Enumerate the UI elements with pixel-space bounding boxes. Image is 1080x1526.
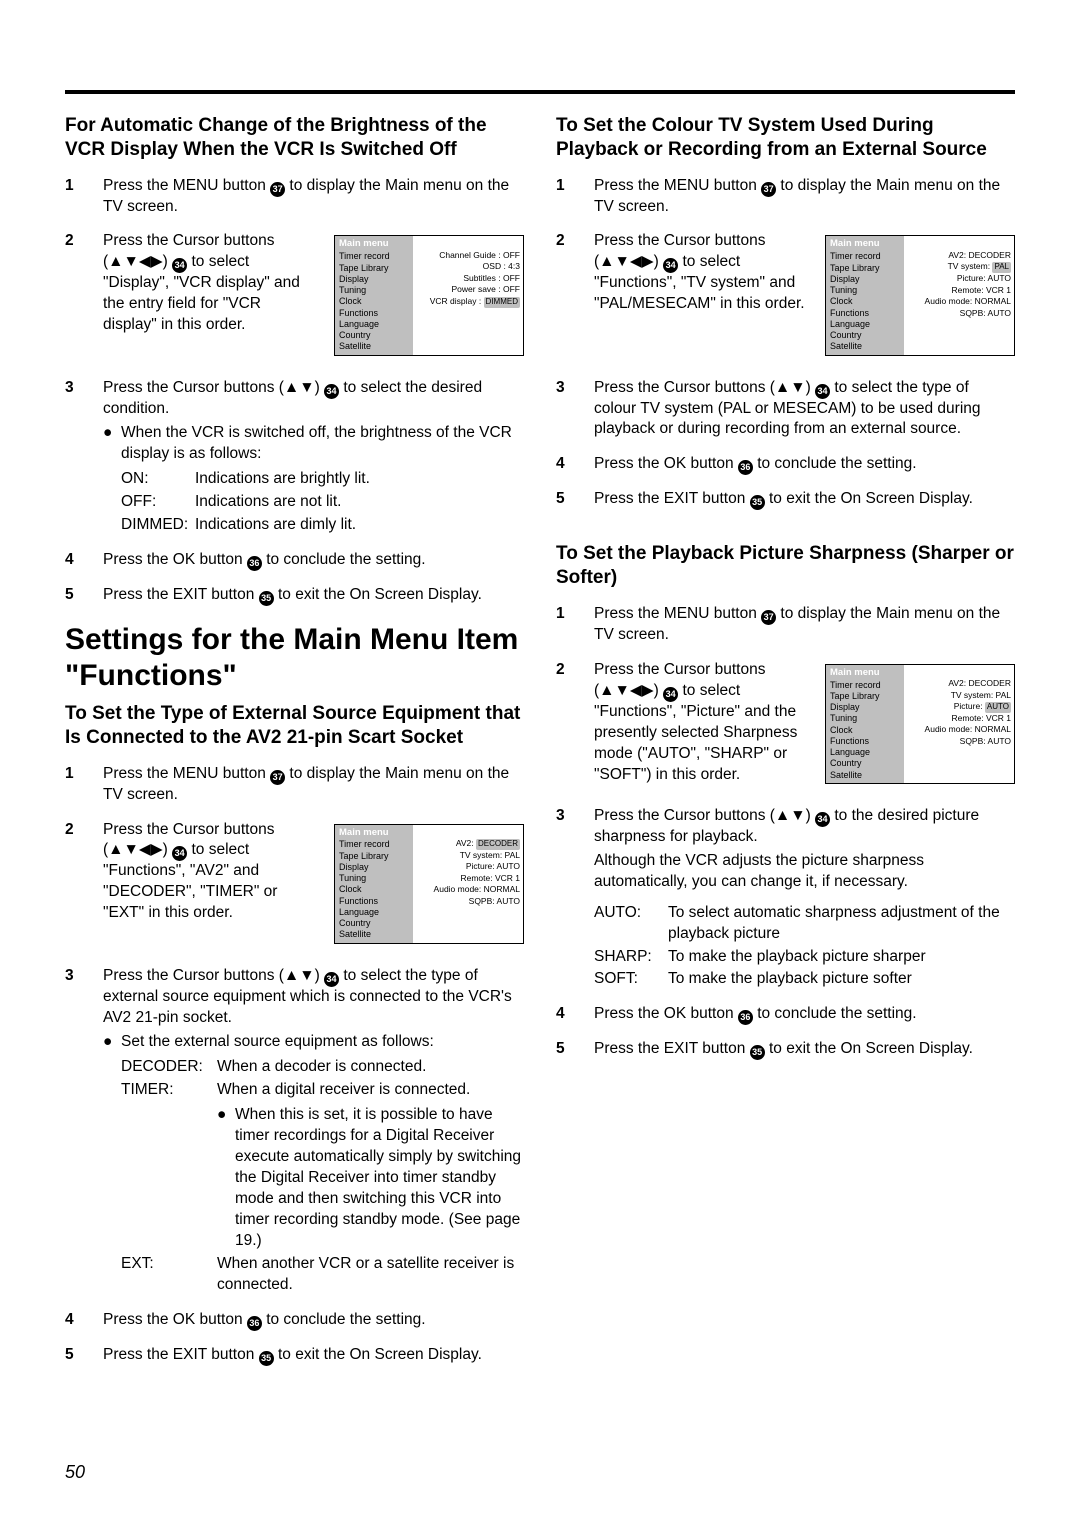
step: 1 Press the MENU button 37 to display th… [556,604,1015,646]
ref-icon: 37 [761,182,776,197]
step: 2 Press the Cursor buttons (▲▼◀▶) 34 to … [65,820,524,952]
ref-icon: 34 [324,384,339,399]
ref-icon: 34 [172,846,187,861]
ref-icon: 37 [270,182,285,197]
step: 1 Press the MENU button 37 to display th… [65,764,524,806]
bullet-icon: ● [103,423,115,536]
page-number: 50 [65,1460,1015,1484]
two-column-layout: For Automatic Change of the Brightness o… [65,114,1015,1380]
osd-screenshot-tvsystem: Main menu Timer recordTape LibraryDispla… [825,235,1015,355]
step: 4 Press the OK button 36 to conclude the… [65,550,524,571]
ref-icon: 36 [738,460,753,475]
right-column: To Set the Colour TV System Used During … [556,114,1015,1380]
osd-screenshot-av2: Main menu Timer recordTape LibraryDispla… [334,824,524,944]
ref-icon: 34 [815,384,830,399]
step: 5 Press the EXIT button 35 to exit the O… [65,1345,524,1366]
step: 5 Press the EXIT button 35 to exit the O… [556,1039,1015,1060]
ref-icon: 36 [247,556,262,571]
ref-icon: 34 [172,258,187,273]
step: 3 Press the Cursor buttons (▲▼) 34 to se… [65,966,524,1296]
ref-icon: 35 [259,591,274,606]
step: 1 Press the MENU button 37 to display th… [556,176,1015,218]
ref-icon: 36 [247,1316,262,1331]
sub-heading: To Set the Playback Picture Sharpness (S… [556,542,1015,590]
step: 4 Press the OK button 36 to conclude the… [556,1004,1015,1025]
ref-icon: 34 [324,972,339,987]
ref-icon: 34 [815,812,830,827]
ref-icon: 37 [270,770,285,785]
step: 3 Press the Cursor buttons (▲▼) 34 to th… [556,806,1015,990]
step: 4 Press the OK button 36 to conclude the… [65,1310,524,1331]
section-heading: To Set the Colour TV System Used During … [556,114,1015,162]
section-heading: For Automatic Change of the Brightness o… [65,114,524,162]
sub-heading: To Set the Type of External Source Equip… [65,702,524,750]
ref-icon: 35 [259,1351,274,1366]
step: 4 Press the OK button 36 to conclude the… [556,454,1015,475]
step: 5 Press the EXIT button 35 to exit the O… [65,585,524,606]
osd-screenshot-picture: Main menu Timer recordTape LibraryDispla… [825,664,1015,784]
bullet-icon: ● [217,1105,229,1251]
ref-icon: 34 [663,258,678,273]
ref-icon: 35 [750,1045,765,1060]
step: 2 Press the Cursor buttons (▲▼◀▶) 34 to … [556,231,1015,363]
osd-screenshot-display: Main menu Timer recordTape LibraryDispla… [334,235,524,355]
step: 1 Press the MENU button 37 to display th… [65,176,524,218]
ref-icon: 35 [750,495,765,510]
step: 3 Press the Cursor buttons (▲▼) 34 to se… [65,378,524,537]
bullet-icon: ● [103,1032,115,1295]
main-heading: Settings for the Main Menu Item "Functio… [65,622,524,694]
ref-icon: 34 [663,687,678,702]
step: 5 Press the EXIT button 35 to exit the O… [556,489,1015,510]
ref-icon: 37 [761,610,776,625]
step: 2 Press the Cursor buttons (▲▼◀▶) 34 to … [65,231,524,363]
step: 2 Press the Cursor buttons (▲▼◀▶) 34 to … [556,660,1015,792]
step: 3 Press the Cursor buttons (▲▼) 34 to se… [556,378,1015,441]
top-rule [65,90,1015,94]
ref-icon: 36 [738,1010,753,1025]
left-column: For Automatic Change of the Brightness o… [65,114,524,1380]
